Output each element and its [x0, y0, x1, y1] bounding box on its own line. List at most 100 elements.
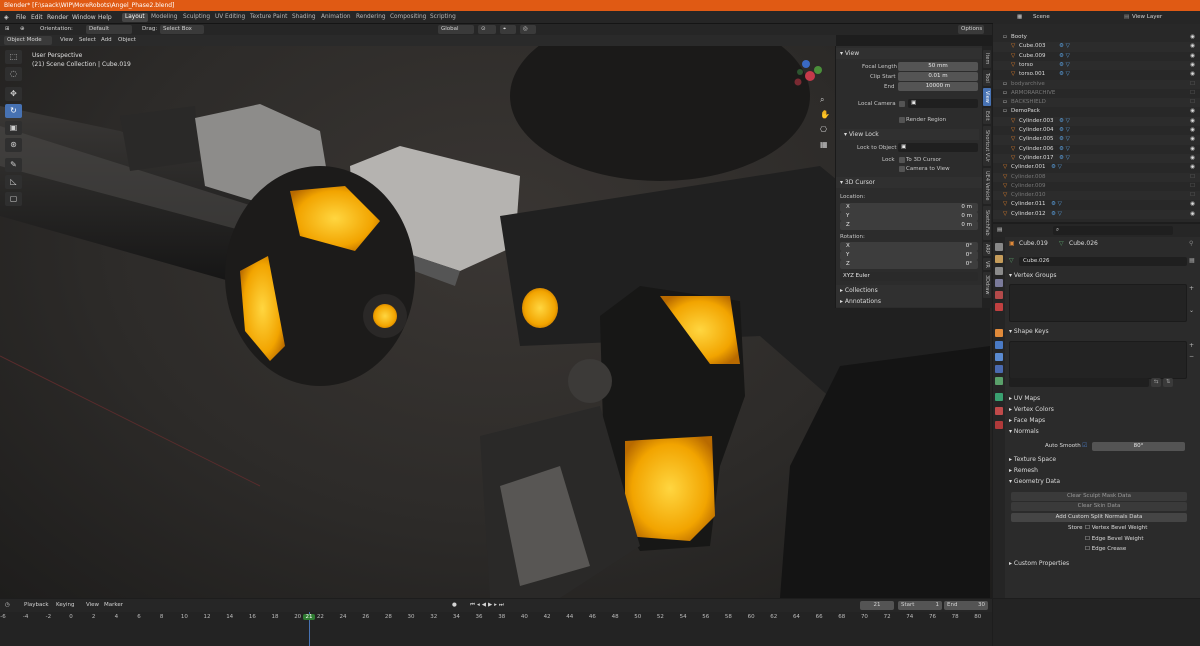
tab-shortcut-vur[interactable]: Shortcut VUr — [983, 126, 991, 166]
outliner-row[interactable]: ▫ BACKSHIELD ☐ — [993, 98, 1200, 108]
menu-keying[interactable]: Keying — [56, 600, 74, 611]
add-custom-split-normals-button[interactable]: Add Custom Split Normals Data — [1011, 513, 1187, 522]
blender-logo-icon[interactable]: ◈ — [4, 11, 9, 24]
workspace-tab-layout[interactable]: Layout — [122, 13, 148, 22]
auto-smooth-checkbox[interactable]: ☑ — [1082, 441, 1087, 451]
exclude-checkbox-icon[interactable]: ☐ — [1190, 191, 1195, 200]
outliner-row[interactable]: ▽ Cylinder.008 ☐ — [993, 172, 1200, 182]
cursor-x-field[interactable]: X0 m — [840, 203, 978, 212]
menu-view[interactable]: View — [60, 35, 73, 46]
tab-3ddraw[interactable]: 3Ddraw — [983, 272, 991, 298]
editor-type-icon[interactable]: ⊞ — [5, 24, 10, 35]
clip-start-field[interactable]: 0.01 m — [898, 72, 978, 81]
outliner-row[interactable]: ▽ Cylinder.010 ☐ — [993, 191, 1200, 201]
exclude-checkbox-icon[interactable]: ☐ — [1190, 173, 1195, 182]
fake-user-icon[interactable]: ▦ — [1189, 256, 1195, 266]
cursor-y-field[interactable]: Y0 m — [840, 212, 978, 221]
menu-file[interactable]: File — [16, 11, 26, 24]
outliner-row[interactable]: ▽ Cylinder.001 ◉ ⚙ ▽ — [993, 163, 1200, 172]
scene-props-icon[interactable] — [995, 291, 1003, 299]
visibility-eye-icon[interactable]: ◉ — [1190, 126, 1195, 135]
visibility-eye-icon[interactable]: ◉ — [1190, 61, 1195, 70]
pan-icon[interactable]: ✋ — [820, 107, 830, 122]
record-icon[interactable]: ● — [452, 600, 457, 611]
outliner-row[interactable]: ▽ Cylinder.005 ◉ ⚙ ▽ — [993, 135, 1200, 145]
scene-name[interactable]: Scene — [1033, 12, 1050, 23]
zoom-icon[interactable]: ⌕ — [820, 92, 830, 107]
view-layer-props-icon[interactable] — [995, 279, 1003, 287]
outliner-row[interactable]: ▫ ARMORARCHIVE ☐ — [993, 89, 1200, 98]
menu-window[interactable]: Window — [72, 11, 96, 24]
outliner-row[interactable]: ▽ torso ◉ ⚙ ▽ — [993, 60, 1200, 71]
outliner-row[interactable]: ▽ Cylinder.006 ◉ ⚙ ▽ — [993, 145, 1200, 154]
tab-ue4-vehicle[interactable]: UE4 Vehicle — [983, 168, 991, 204]
vertex-groups-header[interactable]: ▾ Vertex Groups — [1009, 271, 1057, 281]
tab-tool[interactable]: Tool — [983, 70, 991, 86]
start-frame-field[interactable]: Start 1 — [898, 601, 942, 610]
properties-search[interactable]: ⌕ — [1053, 226, 1173, 235]
exclude-checkbox-icon[interactable]: ☐ — [1190, 89, 1195, 98]
rotation-mode-dropdown[interactable]: XYZ Euler — [840, 272, 978, 281]
menu-add[interactable]: Add — [101, 35, 112, 46]
current-frame-field[interactable]: 21 — [860, 601, 894, 610]
workspace-tab-sculpting[interactable]: Sculpting — [180, 13, 213, 22]
outliner-row[interactable]: ▽ Cube.009 ◉ ⚙ ▽ — [993, 52, 1200, 61]
face-maps-header[interactable]: ▸ Face Maps — [1009, 416, 1045, 426]
drag-dropdown[interactable]: Select Box — [160, 25, 204, 34]
visibility-eye-icon[interactable]: ◉ — [1190, 33, 1195, 42]
uv-maps-header[interactable]: ▸ UV Maps — [1009, 394, 1040, 404]
material-props-icon[interactable] — [995, 407, 1003, 415]
camera-to-view-checkbox[interactable] — [899, 166, 905, 172]
menu-select[interactable]: Select — [79, 35, 96, 46]
menu-render[interactable]: Render — [47, 11, 68, 24]
select-tool-icon[interactable]: ⬚ — [5, 50, 22, 64]
focal-length-field[interactable]: 50 mm — [898, 62, 978, 71]
move-tool-icon[interactable]: ✥ — [5, 87, 22, 101]
outliner-row[interactable]: ▽ torso.001 ◉ ⚙ ▽ — [993, 70, 1200, 79]
texture-props-icon[interactable] — [995, 421, 1003, 429]
rotate-tool-icon[interactable]: ↻ — [5, 104, 22, 118]
tab-sketchfab[interactable]: SketchFab — [983, 206, 991, 240]
ortho-toggle-icon[interactable]: ▦ — [820, 137, 830, 152]
workspace-tab-animation[interactable]: Animation — [318, 13, 354, 22]
modifier-icon[interactable]: ⚙ ▽ — [1051, 163, 1062, 172]
outliner-row[interactable]: ▽ Cylinder.004 ◉ ⚙ ▽ — [993, 126, 1200, 135]
pin-icon[interactable]: ⚲ — [1189, 239, 1193, 249]
add-shape-key-button[interactable]: + — [1189, 341, 1194, 351]
mesh-data-props-icon[interactable] — [995, 393, 1003, 401]
menu-edit[interactable]: Edit — [31, 11, 43, 24]
visibility-eye-icon[interactable]: ◉ — [1190, 107, 1195, 116]
exclude-checkbox-icon[interactable]: ☐ — [1190, 182, 1195, 191]
collections-header[interactable]: ▸ Collections — [836, 285, 983, 296]
modifier-icon[interactable]: ⚙ ▽ — [1059, 61, 1070, 70]
workspace-tab-shading[interactable]: Shading — [289, 13, 319, 22]
modifier-icon[interactable]: ⚙ ▽ — [1059, 145, 1070, 154]
normals-header[interactable]: ▾ Normals — [1009, 427, 1039, 437]
visibility-eye-icon[interactable]: ◉ — [1190, 42, 1195, 51]
remove-shape-key-button[interactable]: − — [1189, 352, 1194, 362]
outliner-row[interactable]: ▫ DemoPack ◉ — [993, 107, 1200, 116]
edge-crease-checkbox[interactable]: ☐ Edge Crease — [1085, 544, 1126, 554]
annotate-tool-icon[interactable]: ✎ — [5, 158, 22, 172]
mode-dropdown[interactable]: Object Mode — [4, 36, 52, 45]
visibility-eye-icon[interactable]: ◉ — [1190, 52, 1195, 61]
mesh-datablock-field[interactable]: Cube.026 — [1019, 257, 1187, 266]
tab-item[interactable]: Item — [983, 50, 991, 68]
modifier-icon[interactable]: ⚙ ▽ — [1059, 52, 1070, 61]
menu-marker[interactable]: Marker — [104, 600, 123, 611]
outliner-row[interactable]: ▽ Cylinder.009 ☐ — [993, 182, 1200, 191]
modifier-icon[interactable]: ⚙ ▽ — [1059, 117, 1070, 126]
modifier-props-icon[interactable] — [995, 341, 1003, 349]
output-props-icon[interactable] — [995, 267, 1003, 275]
particles-props-icon[interactable] — [995, 353, 1003, 361]
proportional-edit-icon[interactable]: ◎ — [520, 25, 536, 34]
workspace-tab-uv-editing[interactable]: UV Editing — [212, 13, 248, 22]
annotations-header[interactable]: ▸ Annotations — [836, 296, 983, 307]
snap-icon[interactable]: ⌖ — [500, 25, 516, 34]
workspace-tab-scripting[interactable]: Scripting — [427, 13, 459, 22]
workspace-tab-rendering[interactable]: Rendering — [353, 13, 389, 22]
pivot-icon[interactable]: ⊙ — [478, 25, 496, 34]
local-camera-checkbox[interactable] — [899, 101, 905, 107]
tab-vr[interactable]: VR — [983, 258, 991, 270]
view-panel-header[interactable]: ▾ View — [836, 48, 983, 59]
